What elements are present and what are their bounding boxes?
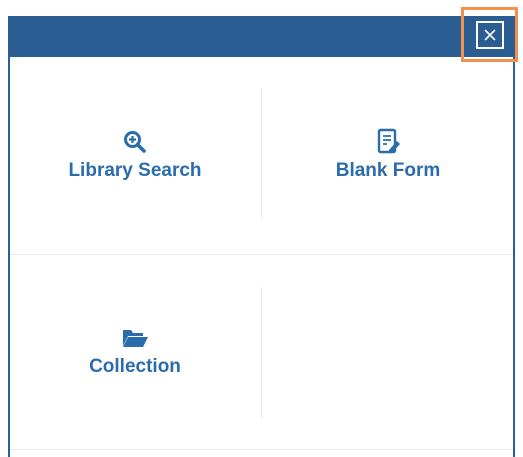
horizontal-divider-bottom — [10, 449, 513, 450]
collection-tile[interactable]: Collection — [10, 286, 260, 416]
collection-label: Collection — [89, 356, 181, 377]
vertical-divider-bottom — [261, 287, 262, 418]
vertical-divider-top — [261, 88, 262, 219]
magnifier-plus-icon — [121, 128, 149, 156]
horizontal-divider-middle — [10, 254, 513, 255]
close-button[interactable] — [476, 21, 504, 49]
empty-tile — [263, 286, 513, 416]
blank-form-label: Blank Form — [335, 160, 441, 181]
library-search-tile[interactable]: Library Search — [10, 90, 260, 220]
blank-form-tile[interactable]: Blank Form — [263, 90, 513, 220]
document-edit-icon — [374, 128, 402, 156]
library-search-label: Library Search — [68, 160, 202, 181]
close-icon — [484, 29, 496, 41]
dialog-header — [8, 16, 515, 57]
folder-open-icon — [121, 324, 149, 352]
